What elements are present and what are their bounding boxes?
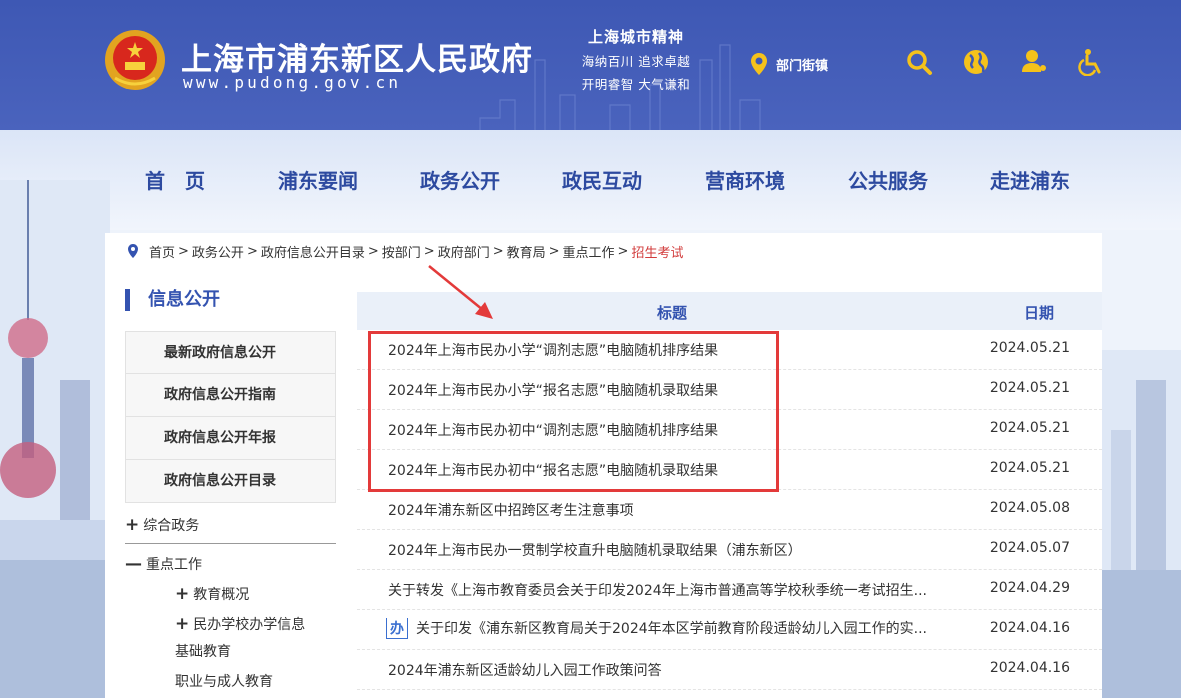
expand-icon[interactable]: + — [175, 614, 189, 634]
list-header-date: 日期 — [1023, 304, 1054, 322]
nav-item-interaction[interactable]: 政民互动 — [562, 165, 642, 194]
city-spirit-title: 上海城市精神 — [587, 28, 684, 46]
list-item-date: 2024.05.21 — [989, 420, 1070, 436]
tree-item-basic-education[interactable]: 基础教育 — [125, 642, 336, 662]
user-icon[interactable] — [1020, 48, 1048, 76]
tower-decoration-icon — [0, 180, 110, 698]
list-item-date: 2024.05.21 — [989, 340, 1070, 356]
city-spirit-line-1: 海纳百川 追求卓越 — [581, 54, 691, 69]
list-item-date: 2024.04.16 — [989, 660, 1070, 676]
list-item-date: 2024.05.21 — [989, 460, 1070, 476]
department-town-label: 部门街镇 — [776, 58, 829, 74]
expand-icon[interactable]: + — [125, 515, 139, 535]
tree-item-private-schools[interactable]: + 民办学校办学信息 — [125, 614, 336, 634]
globe-icon[interactable] — [962, 48, 990, 76]
list-item-title[interactable]: 2024年上海市民办小学“报名志愿”电脑随机录取结果 — [388, 380, 718, 400]
list-item[interactable]: 2024年上海市民办小学“调剂志愿”电脑随机排序结果 2024.05.21 — [357, 330, 1102, 370]
sidebar-item-latest[interactable]: 最新政府信息公开 — [125, 331, 336, 374]
list-item[interactable]: 2024年上海市民办初中“调剂志愿”电脑随机排序结果 2024.05.21 — [357, 410, 1102, 450]
breadcrumb-education-bureau[interactable]: 教育局 — [507, 242, 546, 261]
breadcrumb-catalog[interactable]: 政府信息公开目录 — [261, 242, 365, 261]
tree-item-vocational-education[interactable]: 职业与成人教育 — [125, 672, 336, 692]
breadcrumb-separator: > — [492, 243, 504, 259]
tree-divider — [125, 543, 336, 544]
collapse-icon[interactable]: — — [125, 554, 142, 574]
sidebar-menu: 最新政府信息公开 政府信息公开指南 政府信息公开年报 政府信息公开目录 — [125, 331, 336, 503]
nav-item-home[interactable]: 首 页 — [145, 165, 205, 194]
breadcrumb-separator: > — [246, 243, 258, 259]
breadcrumb-by-department[interactable]: 按部门 — [382, 242, 421, 261]
breadcrumb-separator: > — [617, 243, 629, 259]
list-item-title[interactable]: 2024年上海市民办初中“报名志愿”电脑随机录取结果 — [388, 460, 718, 480]
list-item-date: 2024.05.08 — [989, 500, 1070, 516]
tree-item-label: 综合政务 — [143, 518, 200, 534]
sidebar-item-catalog[interactable]: 政府信息公开目录 — [125, 460, 336, 503]
national-emblem-icon — [105, 30, 165, 90]
list-item-title[interactable]: 2024年浦东新区中招跨区考生注意事项 — [388, 500, 634, 520]
arrow-annotation-icon — [428, 265, 493, 319]
breadcrumb-current[interactable]: 招生考试 — [631, 242, 683, 261]
tree-item-overview[interactable]: + 教育概况 — [125, 584, 336, 604]
list-item-title[interactable]: 关于印发《浦东新区教育局关于2024年本区学前教育阶段适龄幼儿入园工作的实... — [416, 621, 927, 637]
breadcrumb-gov-affairs[interactable]: 政务公开 — [192, 242, 244, 261]
sidebar-item-annual-report[interactable]: 政府信息公开年报 — [125, 417, 336, 460]
breadcrumb-gov-departments[interactable]: 政府部门 — [438, 242, 490, 261]
breadcrumb-separator: > — [423, 243, 435, 259]
location-pin-icon — [751, 53, 767, 75]
article-list: 2024年上海市民办小学“调剂志愿”电脑随机排序结果 2024.05.21 20… — [357, 330, 1102, 690]
city-spirit-line-2: 开明睿智 大气谦和 — [581, 77, 691, 92]
tree-item-label: 民办学校办学信息 — [193, 617, 306, 633]
list-item[interactable]: 2024年浦东新区适龄幼儿入园工作政策问答 2024.04.16 — [357, 650, 1102, 690]
search-icon[interactable] — [905, 48, 933, 76]
expand-icon[interactable]: + — [175, 584, 189, 604]
breadcrumb: 首页 > 政务公开 > 政府信息公开目录 > 按部门 > 政府部门 > 教育局 … — [127, 241, 683, 261]
list-item[interactable]: 2024年上海市民办初中“报名志愿”电脑随机录取结果 2024.05.21 — [357, 450, 1102, 490]
site-header: 上海市浦东新区人民政府 www.pudong.gov.cn 上海城市精神 海纳百… — [0, 0, 1181, 130]
tree-item-label: 重点工作 — [146, 557, 202, 573]
breadcrumb-separator: > — [367, 243, 379, 259]
list-item-date: 2024.04.29 — [989, 580, 1070, 596]
list-item-title[interactable]: 2024年浦东新区适龄幼儿入园工作政策问答 — [388, 660, 662, 680]
accessibility-icon[interactable] — [1077, 48, 1105, 76]
nav-item-gov-affairs[interactable]: 政务公开 — [420, 165, 500, 194]
list-item[interactable]: 关于转发《上海市教育委员会关于印发2024年上海市普通高等学校秋季统一考试招生.… — [357, 570, 1102, 610]
sidebar-item-guide[interactable]: 政府信息公开指南 — [125, 374, 336, 417]
tree-item-key-work[interactable]: — 重点工作 — [125, 554, 336, 574]
list-item-title[interactable]: 关于转发《上海市教育委员会关于印发2024年上海市普通高等学校秋季统一考试招生.… — [388, 580, 927, 600]
nav-item-public-service[interactable]: 公共服务 — [848, 165, 928, 194]
service-badge: 办 — [386, 618, 408, 639]
department-town-link[interactable]: 部门街镇 — [750, 52, 828, 76]
list-item-title-with-badge[interactable]: 办关于印发《浦东新区教育局关于2024年本区学前教育阶段适龄幼儿入园工作的实..… — [386, 618, 927, 639]
list-item-date: 2024.05.07 — [989, 540, 1070, 556]
nav-item-about[interactable]: 走进浦东 — [990, 165, 1070, 194]
list-item-date: 2024.05.21 — [989, 380, 1070, 396]
nav-item-news[interactable]: 浦东要闻 — [278, 165, 358, 194]
nav-item-business[interactable]: 营商环境 — [705, 165, 785, 194]
list-item-title[interactable]: 2024年上海市民办一贯制学校直升电脑随机录取结果（浦东新区） — [388, 540, 802, 560]
site-domain: www.pudong.gov.cn — [183, 73, 402, 92]
list-item[interactable]: 2024年上海市民办小学“报名志愿”电脑随机录取结果 2024.05.21 — [357, 370, 1102, 410]
list-item[interactable]: 2024年浦东新区中招跨区考生注意事项 2024.05.08 — [357, 490, 1102, 530]
tree-item-label: 教育概况 — [193, 587, 250, 603]
list-item[interactable]: 办关于印发《浦东新区教育局关于2024年本区学前教育阶段适龄幼儿入园工作的实..… — [357, 610, 1102, 650]
list-item[interactable]: 2024年上海市民办一贯制学校直升电脑随机录取结果（浦东新区） 2024.05.… — [357, 530, 1102, 570]
building-decoration-icon — [1101, 350, 1181, 698]
list-item-date: 2024.04.16 — [989, 620, 1070, 636]
breadcrumb-key-work[interactable]: 重点工作 — [563, 242, 615, 261]
list-item-title[interactable]: 2024年上海市民办小学“调剂志愿”电脑随机排序结果 — [388, 340, 718, 360]
tree-item-general[interactable]: + 综合政务 — [125, 515, 336, 535]
breadcrumb-separator: > — [548, 243, 560, 259]
location-pin-icon — [128, 244, 138, 258]
content-panel: 首页 > 政务公开 > 政府信息公开目录 > 按部门 > 政府部门 > 教育局 … — [105, 233, 1102, 698]
category-tree: + 综合政务 — 重点工作 + 教育概况 + 民办学校办学信息 基础教育 职业与成人教育 — [125, 515, 336, 692]
breadcrumb-home[interactable]: 首页 — [149, 242, 175, 261]
breadcrumb-separator: > — [178, 243, 189, 259]
sidebar-title: 信息公开 — [125, 289, 220, 311]
city-spirit: 上海城市精神 海纳百川 追求卓越 开明睿智 大气谦和 — [566, 26, 706, 93]
main-nav: 首 页 浦东要闻 政务公开 政民互动 营商环境 公共服务 走进浦东 — [0, 130, 1181, 230]
list-item-title[interactable]: 2024年上海市民办初中“调剂志愿”电脑随机排序结果 — [388, 420, 718, 440]
